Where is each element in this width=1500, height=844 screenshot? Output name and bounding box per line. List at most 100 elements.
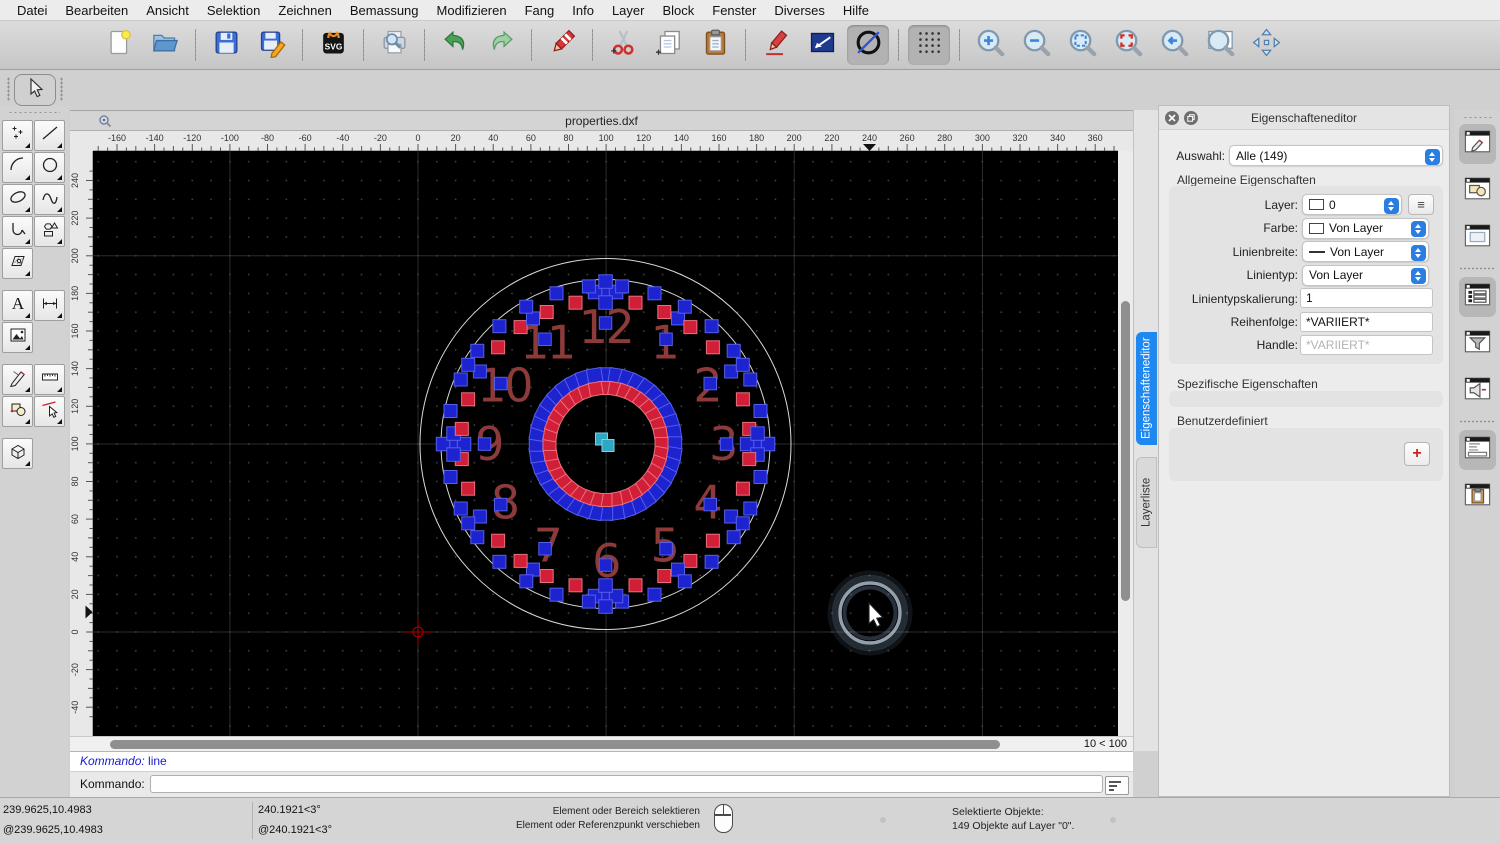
erase-button[interactable]: [541, 25, 583, 65]
toolbar-separator: [898, 29, 899, 61]
grid-toggle-button[interactable]: [908, 25, 950, 65]
layer-combo[interactable]: 0: [1302, 194, 1402, 215]
tab-layerliste[interactable]: Layerliste: [1136, 457, 1157, 548]
tool-points-button[interactable]: [2, 120, 33, 151]
panel-blocks-toggle-button[interactable]: [1459, 171, 1496, 211]
selection-pointer-button[interactable]: [14, 74, 56, 106]
tool-dimension-button[interactable]: [34, 290, 65, 321]
menu-item-info[interactable]: Info: [572, 3, 594, 18]
linetype-combo[interactable]: Von Layer: [1302, 265, 1429, 286]
zoom-auto-button[interactable]: [1061, 25, 1103, 65]
save-as-button[interactable]: [251, 25, 293, 65]
toolbar-drag-handle[interactable]: [7, 77, 10, 101]
strip-drag-handle[interactable]: [1463, 116, 1493, 119]
add-custom-property-button[interactable]: +: [1404, 442, 1430, 466]
tool-modify-button[interactable]: [2, 364, 33, 395]
selection-combo[interactable]: Alle (149): [1229, 145, 1443, 166]
pan-button[interactable]: [1245, 25, 1287, 65]
panel-command-line-toggle-button[interactable]: [1459, 430, 1496, 470]
layer-swatch: [1309, 199, 1324, 210]
vertical-scrollbar-thumb[interactable]: [1121, 301, 1130, 601]
cut-button[interactable]: [602, 25, 644, 65]
panel-reference-toggle-button[interactable]: [1459, 371, 1496, 411]
tool-line-button[interactable]: [34, 120, 65, 151]
tool-shapes-button[interactable]: [34, 216, 65, 247]
tool-ellipse-icon: [8, 187, 28, 212]
tool-image-button[interactable]: [2, 322, 33, 353]
linewidth-combo[interactable]: Von Layer: [1302, 241, 1429, 262]
menu-item-bearbeiten[interactable]: Bearbeiten: [65, 3, 128, 18]
draw-pencil-button[interactable]: [755, 25, 797, 65]
tool-select-line-button[interactable]: [34, 396, 65, 427]
svg-text:240: 240: [862, 133, 877, 143]
menu-item-layer[interactable]: Layer: [612, 3, 645, 18]
save-button[interactable]: [205, 25, 247, 65]
command-options-icon[interactable]: [1105, 776, 1129, 795]
menu-item-hilfe[interactable]: Hilfe: [843, 3, 869, 18]
copy-button[interactable]: [648, 25, 690, 65]
vertical-scrollbar[interactable]: [1118, 151, 1133, 736]
layer-value: 0: [1329, 198, 1336, 212]
menu-item-modifizieren[interactable]: Modifizieren: [437, 3, 507, 18]
zoom-in-button[interactable]: [969, 25, 1011, 65]
zoom-out-button[interactable]: [1015, 25, 1057, 65]
tool-circle-button[interactable]: [34, 152, 65, 183]
toolbar-drag-handle-2[interactable]: [60, 77, 63, 101]
tool-polyline-button[interactable]: [2, 216, 33, 247]
menu-item-fenster[interactable]: Fenster: [712, 3, 756, 18]
tool-measure-button[interactable]: [34, 364, 65, 395]
new-file-button[interactable]: [98, 25, 140, 65]
zoom-previous-button[interactable]: [1153, 25, 1195, 65]
tool-arc-button[interactable]: [2, 152, 33, 183]
edit-circle-button[interactable]: [847, 25, 889, 65]
menu-item-fang[interactable]: Fang: [525, 3, 555, 18]
command-input[interactable]: [150, 775, 1103, 793]
print-preview-icon: [379, 27, 410, 63]
panel-views-toggle-button[interactable]: [1459, 218, 1496, 258]
linetypescale-input[interactable]: 1: [1300, 288, 1433, 308]
tool-points-icon: [8, 123, 28, 148]
zoom-window-button[interactable]: [1199, 25, 1241, 65]
svg-text:60: 60: [70, 514, 80, 524]
tool-ellipse-button[interactable]: [2, 184, 33, 215]
color-combo[interactable]: Von Layer: [1302, 218, 1429, 239]
paste-button[interactable]: [694, 25, 736, 65]
horizontal-scrollbar[interactable]: 10 < 100: [70, 736, 1133, 752]
tab-eigenschafteneditor[interactable]: Eigenschafteneditor: [1136, 332, 1157, 445]
open-file-button[interactable]: [144, 25, 186, 65]
panel-property-list-toggle-button[interactable]: [1459, 277, 1496, 317]
layer-menu-button[interactable]: ≡: [1408, 194, 1434, 215]
undo-button[interactable]: [434, 25, 476, 65]
menu-item-datei[interactable]: Datei: [17, 3, 47, 18]
menu-item-ansicht[interactable]: Ansicht: [146, 3, 189, 18]
menu-item-block[interactable]: Block: [662, 3, 694, 18]
menu-item-bemassung[interactable]: Bemassung: [350, 3, 419, 18]
svg-text:-60: -60: [299, 133, 312, 143]
panel-selection-filter-toggle-button[interactable]: [1459, 324, 1496, 364]
palette-drag-handle[interactable]: [8, 111, 60, 114]
document-titlebar[interactable]: properties.dxf: [70, 111, 1133, 131]
draworder-input[interactable]: *VARIIERT*: [1300, 312, 1433, 332]
zoom-auto-icon: [1067, 27, 1098, 63]
linewidth-swatch: [1309, 251, 1325, 253]
menu-item-selektion[interactable]: Selektion: [207, 3, 260, 18]
tool-hatch-button[interactable]: [2, 248, 33, 279]
svg-text:180: 180: [749, 133, 764, 143]
redo-button[interactable]: [480, 25, 522, 65]
drawing-canvas[interactable]: 121234567891011: [93, 151, 1118, 736]
svg-export-button[interactable]: SVG: [312, 25, 354, 65]
menu-item-diverses[interactable]: Diverses: [774, 3, 825, 18]
svg-text:340: 340: [1050, 133, 1065, 143]
tool-blocks-button[interactable]: [2, 396, 33, 427]
edit-line-button[interactable]: [801, 25, 843, 65]
zoom-selection-button[interactable]: [1107, 25, 1149, 65]
panel-clipboard-toggle-button[interactable]: [1459, 477, 1496, 517]
tool-text-button[interactable]: A: [2, 290, 33, 321]
tool-spline-button[interactable]: [34, 184, 65, 215]
panel-drawing-toggle-button[interactable]: [1459, 124, 1496, 164]
svg-text:100: 100: [70, 436, 80, 451]
menu-item-zeichnen[interactable]: Zeichnen: [278, 3, 331, 18]
print-preview-button[interactable]: [373, 25, 415, 65]
tool-box3d-button[interactable]: [2, 438, 33, 469]
horizontal-scrollbar-thumb[interactable]: [110, 740, 1000, 749]
